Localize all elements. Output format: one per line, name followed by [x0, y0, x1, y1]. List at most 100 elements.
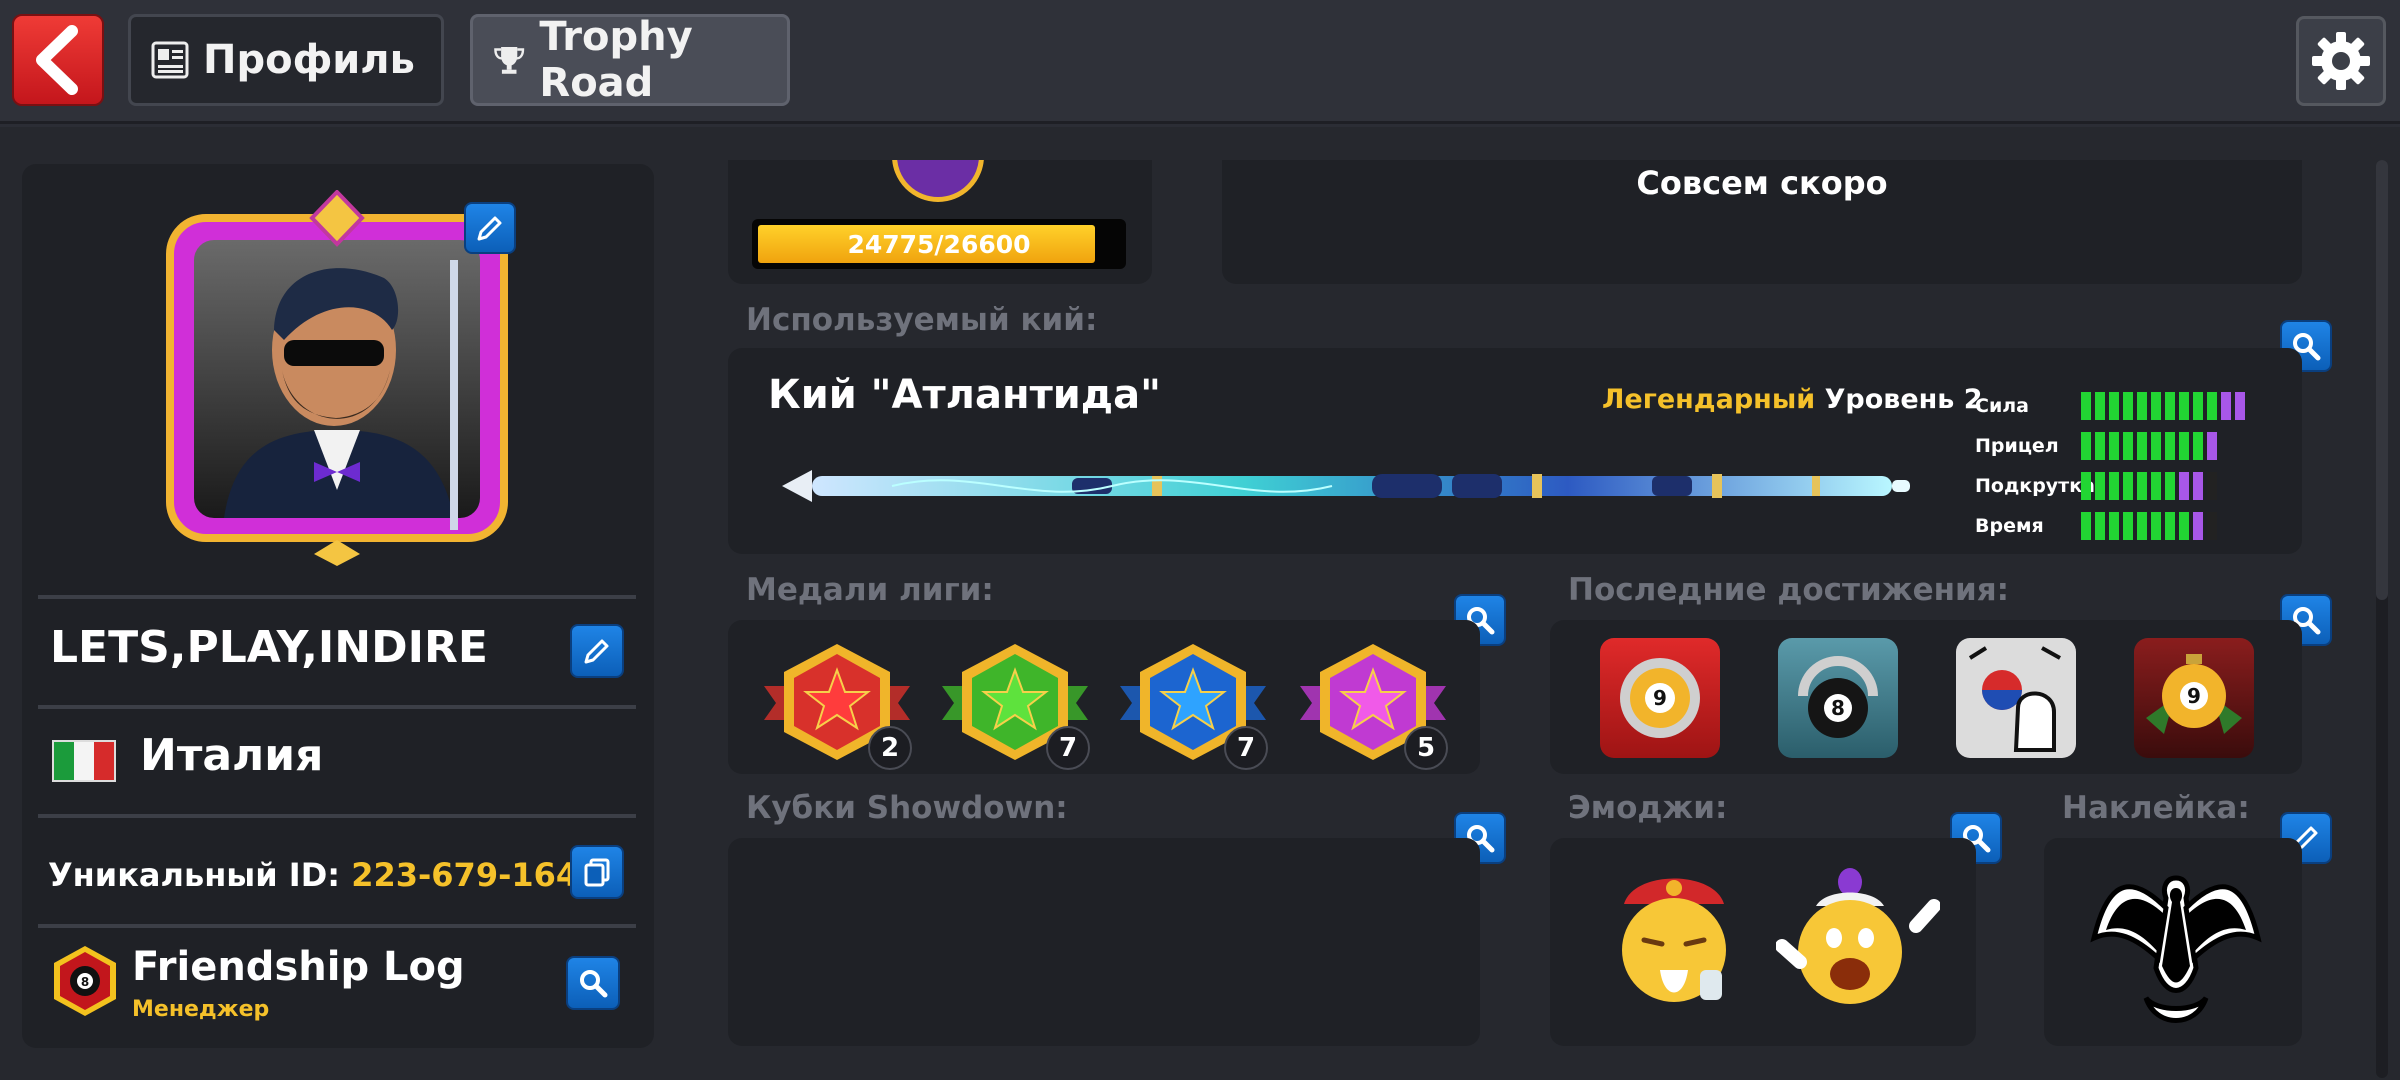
- top-bar: Профиль Trophy Road: [0, 0, 2400, 124]
- avatar-image: [166, 189, 508, 566]
- cue-stat-segment: [2123, 392, 2133, 420]
- cue-stat-segment: [2123, 472, 2133, 500]
- league-medals-label: Медали лиги:: [746, 572, 994, 608]
- cue-stat-segment: [2151, 392, 2161, 420]
- league-medal-icon[interactable]: 7: [940, 640, 1090, 770]
- scrollbar-thumb[interactable]: [2376, 160, 2388, 600]
- cue-stat-segment: [2207, 432, 2217, 460]
- pencil-icon: [584, 639, 609, 664]
- cue-stat-segment: [2081, 392, 2091, 420]
- cue-stat-bar: [2081, 392, 2245, 420]
- tab-trophy-road-label: Trophy Road: [539, 14, 693, 106]
- club-role: Менеджер: [132, 997, 270, 1022]
- cue-rarity-level: Легендарный Уровень 2: [1602, 384, 1983, 415]
- cue-stat-segment: [2207, 392, 2217, 420]
- xp-text: 24775/26600: [847, 229, 1031, 259]
- cue-stat-bar: [2081, 472, 2217, 500]
- level-badge-icon: [892, 160, 984, 202]
- cue-stat-segment: [2095, 472, 2105, 500]
- cue-stat-segment: [2193, 432, 2203, 460]
- copy-id-button[interactable]: [570, 845, 624, 899]
- pencil-icon: [477, 216, 502, 241]
- country-name: Италия: [140, 730, 324, 781]
- cue-stat-segment: [2165, 392, 2175, 420]
- league-medal-icon[interactable]: 5: [1298, 640, 1448, 770]
- trophy-icon: [494, 47, 525, 74]
- unique-id-row: Уникальный ID: 223-679-164-4: [48, 856, 614, 894]
- cue-stat-segment: [2109, 432, 2119, 460]
- cue-stat-segment: [2165, 432, 2175, 460]
- league-medal-count: 5: [1404, 726, 1448, 770]
- showdown-label: Кубки Showdown:: [746, 790, 1068, 826]
- cue-stat-segment: [2081, 432, 2091, 460]
- cue-stat-segment: [2151, 432, 2161, 460]
- emoji-genie-icon[interactable]: [1775, 866, 1941, 1016]
- cue-stat-segment: [2193, 472, 2203, 500]
- achievement-christmas-nine-ball-icon[interactable]: 9: [2134, 638, 2254, 758]
- cue-stat-segment: [2179, 432, 2189, 460]
- cue-name: Кий "Атлантида": [768, 372, 1161, 418]
- club-name: Friendship Log: [132, 944, 465, 990]
- cue-stat-segment: [2137, 472, 2147, 500]
- eagle-sticker-icon[interactable]: [2086, 848, 2266, 1038]
- cue-stat-segment: [2095, 432, 2105, 460]
- profile-card-icon: [151, 41, 189, 79]
- cue-stat-segment: [2179, 512, 2189, 540]
- cue-stat-row: Прицел: [1975, 432, 2217, 460]
- edit-avatar-button[interactable]: [464, 202, 516, 254]
- cue-stat-segment: [2109, 392, 2119, 420]
- achievement-korea-flag-icon[interactable]: [1956, 638, 2076, 758]
- league-medal-count: 2: [868, 726, 912, 770]
- svg-text:8: 8: [1831, 696, 1845, 720]
- divider: [38, 705, 636, 709]
- tab-profile-label: Профиль: [203, 37, 415, 83]
- emoji-label: Эмоджи:: [1568, 790, 1728, 826]
- cue-stat-segment: [2179, 392, 2189, 420]
- cue-stat-name: Сила: [1975, 395, 2029, 417]
- settings-button[interactable]: [2296, 16, 2386, 106]
- cue-stat-segment: [2221, 392, 2231, 420]
- league-medal-count: 7: [1224, 726, 1268, 770]
- league-medal-icon[interactable]: 7: [1118, 640, 1268, 770]
- cue-stat-segment: [2179, 472, 2189, 500]
- cue-stat-row: Время: [1975, 512, 2217, 540]
- cue-stat-segment: [2193, 512, 2203, 540]
- cue-stat-segment: [2193, 392, 2203, 420]
- achievement-nine-ball-badge-icon[interactable]: 9: [1600, 638, 1720, 758]
- cue-stat-segment: [2109, 472, 2119, 500]
- showdown-panel: [728, 838, 1480, 1046]
- italy-flag-icon: [52, 740, 116, 782]
- unique-id-label: Уникальный ID:: [48, 856, 341, 894]
- svg-text:9: 9: [2187, 684, 2201, 708]
- tab-trophy-road[interactable]: Trophy Road: [470, 14, 790, 106]
- achievement-eight-ball-gauge-icon[interactable]: 8: [1778, 638, 1898, 758]
- cue-level: Уровень 2: [1824, 384, 1983, 415]
- cue-stat-segment: [2165, 512, 2175, 540]
- tab-profile[interactable]: Профиль: [128, 14, 444, 106]
- back-button[interactable]: [12, 14, 104, 106]
- cue-stat-row: Подкрутка: [1975, 472, 2217, 500]
- sticker-label: Наклейка:: [2062, 790, 2250, 826]
- emoji-sage-icon[interactable]: [1604, 860, 1744, 1020]
- cue-stat-name: Прицел: [1975, 435, 2059, 457]
- cue-stat-bar: [2081, 432, 2217, 460]
- cue-stat-segment: [2109, 512, 2119, 540]
- cue-stat-segment: [2081, 512, 2091, 540]
- gear-icon: [2312, 32, 2370, 90]
- cue-stat-bar: [2081, 512, 2217, 540]
- svg-text:8: 8: [81, 975, 89, 989]
- view-club-button[interactable]: [566, 956, 620, 1010]
- divider: [38, 814, 636, 818]
- coming-soon-panel: Совсем скоро: [1222, 160, 2302, 284]
- cue-section-label: Используемый кий:: [746, 302, 1098, 338]
- edit-username-button[interactable]: [570, 624, 624, 678]
- cue-stat-name: Время: [1975, 515, 2044, 537]
- cue-stat-segment: [2165, 472, 2175, 500]
- cue-stat-segment: [2235, 392, 2245, 420]
- username: LETS,PLAY,INDIRE: [50, 622, 488, 673]
- cue-stat-segment: [2137, 432, 2147, 460]
- avatar[interactable]: [164, 189, 516, 566]
- league-medal-icon[interactable]: 2: [762, 640, 912, 770]
- coming-soon-text: Совсем скоро: [1636, 164, 1888, 202]
- svg-text:9: 9: [1653, 686, 1667, 710]
